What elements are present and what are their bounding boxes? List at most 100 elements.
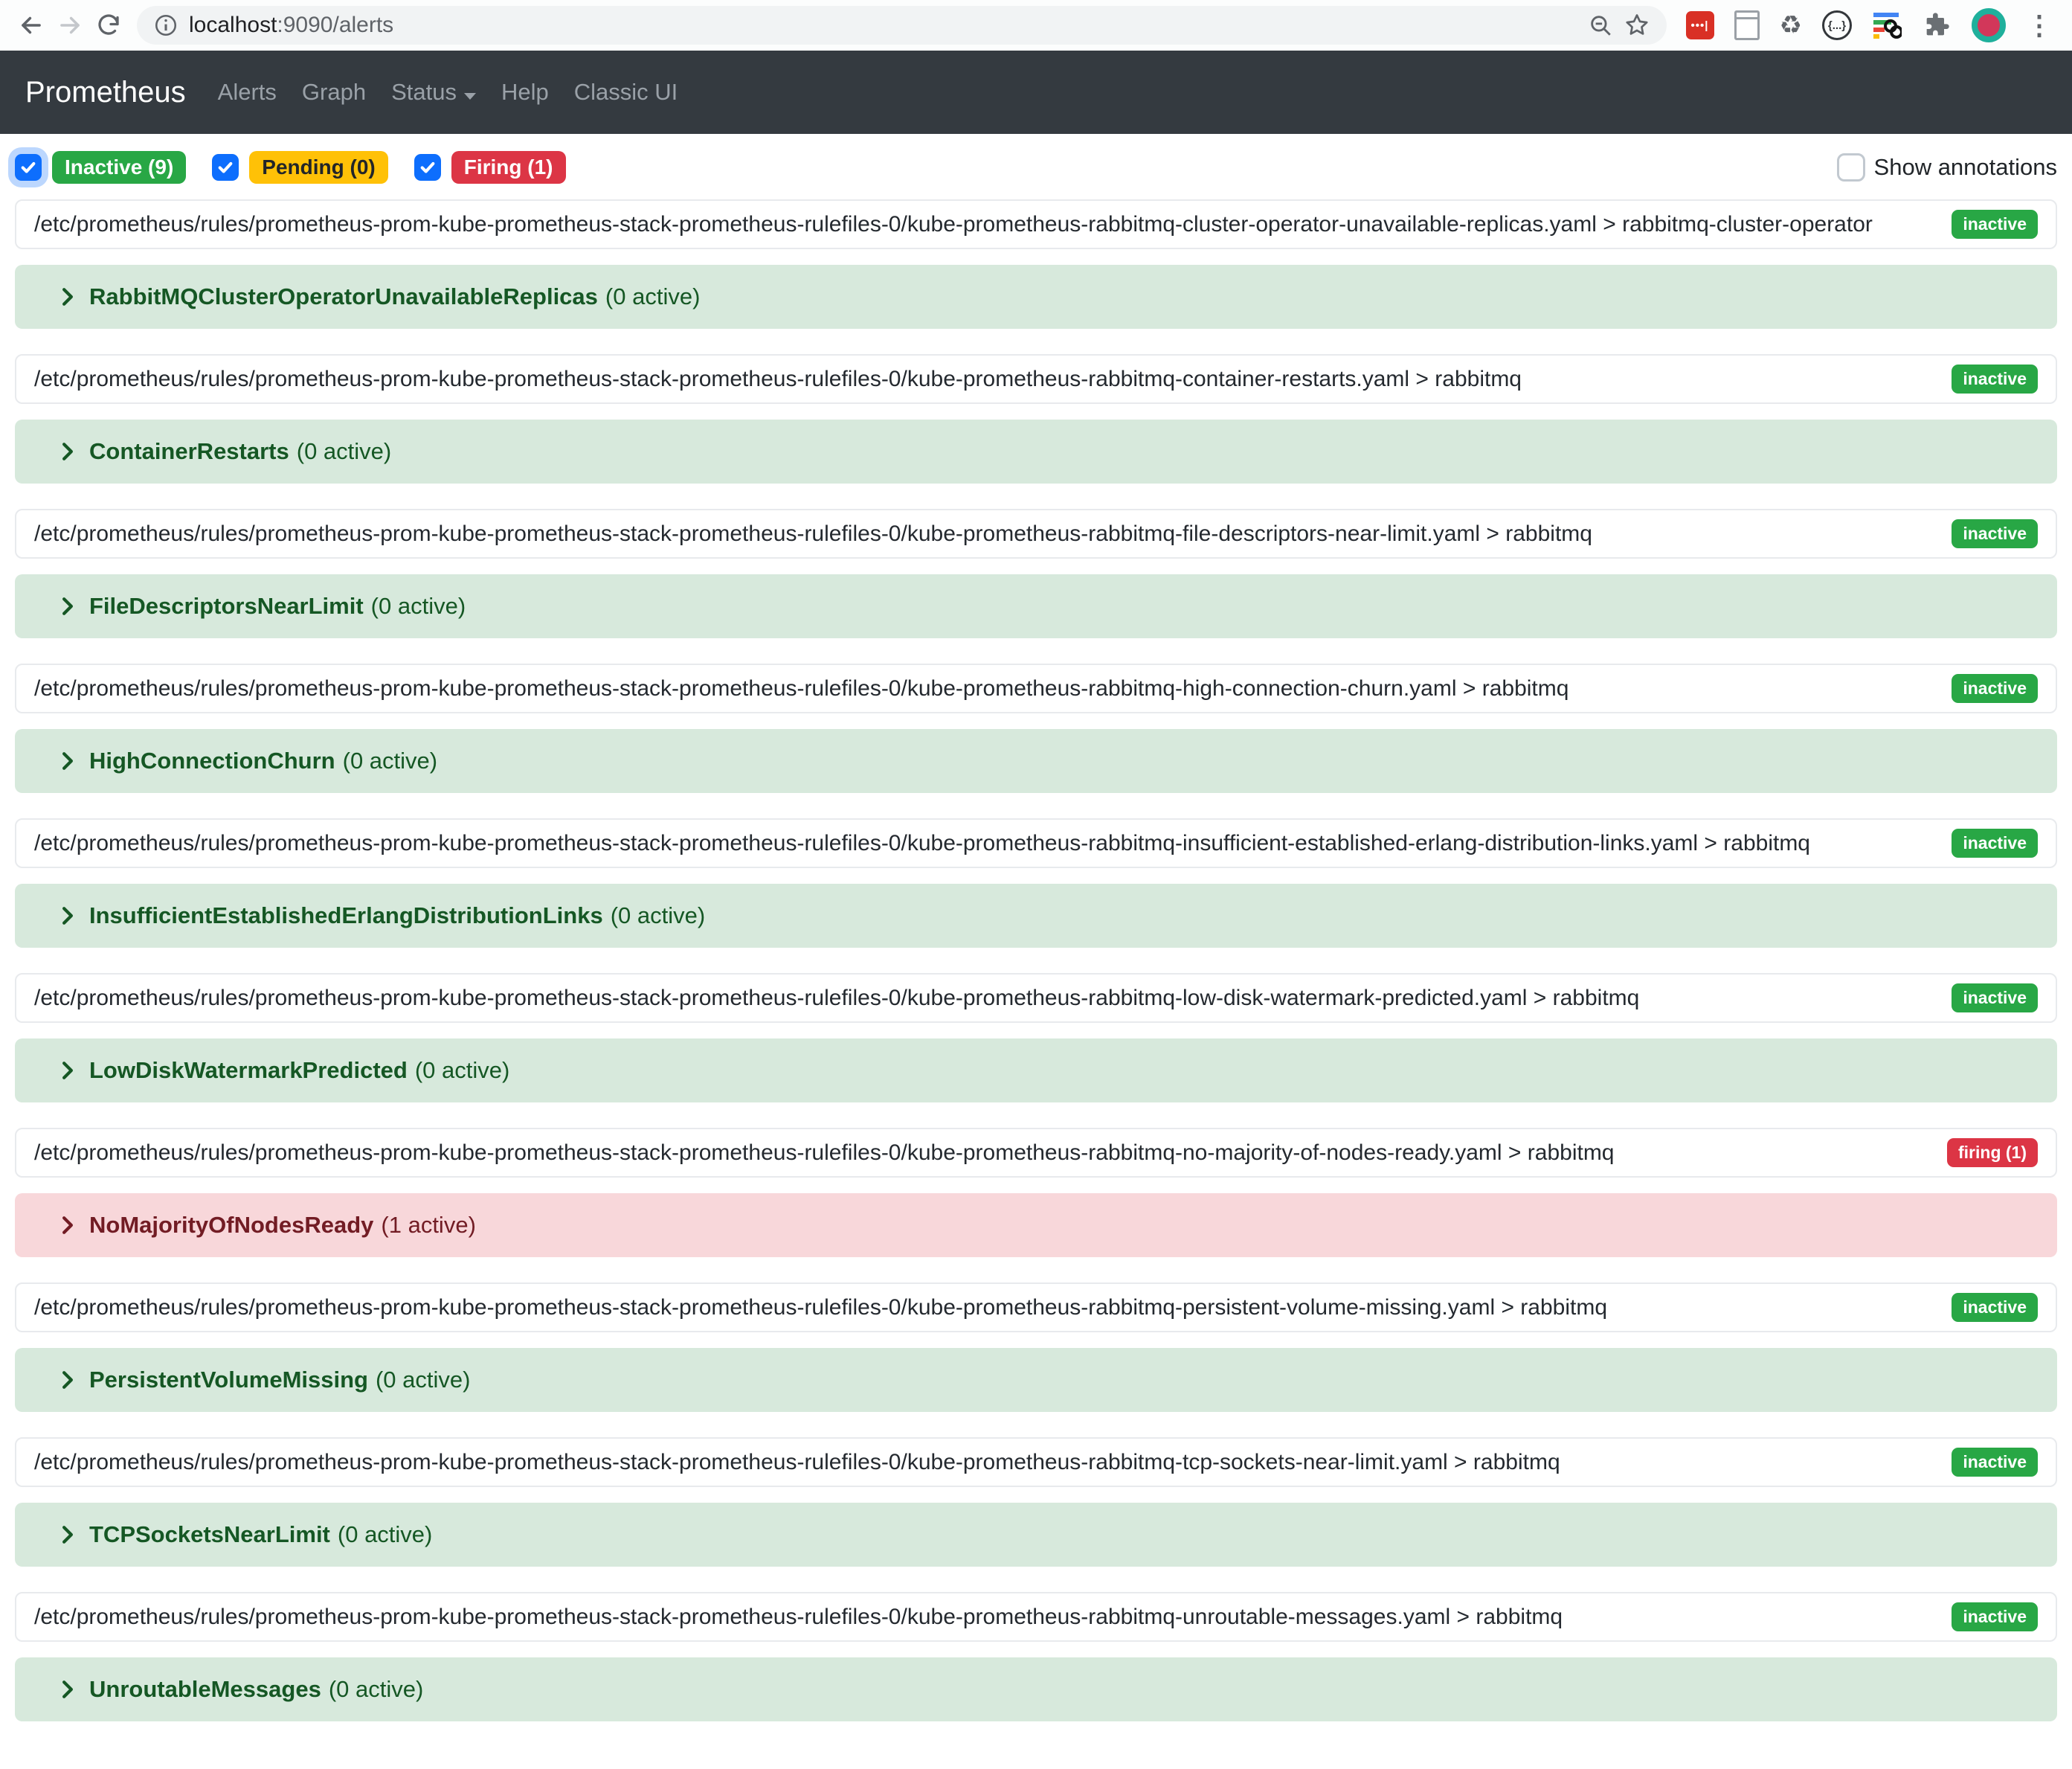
browser-menu-icon[interactable]: ⋮ [2026,12,2053,39]
rule-file-row: /etc/prometheus/rules/prometheus-prom-ku… [15,199,2057,249]
rule-state-badge: inactive [1952,674,2038,702]
rule-state-badge: inactive [1952,1448,2038,1476]
checkbox-checked-icon[interactable] [414,154,441,181]
alert-name: TCPSocketsNearLimit [89,1521,330,1548]
filter-toggle[interactable]: Inactive (9) [15,151,186,184]
rule-file-path: /etc/prometheus/rules/prometheus-prom-ku… [34,521,1937,547]
filter-badge: Firing (1) [451,151,566,184]
alert-name: HighConnectionChurn [89,748,335,774]
extensions-puzzle-icon[interactable] [1922,10,1952,40]
rule-group: /etc/prometheus/rules/prometheus-prom-ku… [15,1282,2057,1412]
rule-file-row: /etc/prometheus/rules/prometheus-prom-ku… [15,509,2057,559]
filter-toggle[interactable]: Pending (0) [212,151,387,184]
nav-link-status[interactable]: Status [379,79,489,106]
show-annotations-label: Show annotations [1874,154,2057,181]
rule-state-badge: inactive [1952,365,2038,393]
alert-rule-row[interactable]: TCPSocketsNearLimit (0 active) [15,1503,2057,1567]
alerts-page: Inactive (9) Pending (0) Firing (1) Show… [0,134,2072,1721]
forward-arrow-icon[interactable] [51,6,89,45]
alert-name: NoMajorityOfNodesReady [89,1212,373,1239]
rule-file-path: /etc/prometheus/rules/prometheus-prom-ku… [34,1295,1937,1320]
rule-group: /etc/prometheus/rules/prometheus-prom-ku… [15,1437,2057,1567]
alert-active-count: (0 active) [371,593,466,620]
alert-active-count: (0 active) [376,1367,470,1393]
show-annotations-checkbox[interactable] [1837,153,1865,182]
browser-toolbar: localhost:9090/alerts •••| ♻ {...} ⋮ [0,0,2072,51]
alert-rule-row[interactable]: LowDiskWatermarkPredicted (0 active) [15,1038,2057,1102]
rule-state-badge: inactive [1952,983,2038,1012]
password-manager-extension-icon[interactable]: •••| [1686,11,1714,39]
rule-file-row: /etc/prometheus/rules/prometheus-prom-ku… [15,1282,2057,1332]
braces-extension-icon[interactable]: {...} [1822,10,1852,40]
back-arrow-icon[interactable] [12,6,51,45]
rule-state-badge: inactive [1952,1602,2038,1631]
bookmark-star-icon[interactable] [1624,12,1650,39]
rule-file-row: /etc/prometheus/rules/prometheus-prom-ku… [15,1128,2057,1178]
chevron-right-icon [58,1369,77,1391]
chevron-right-icon [58,750,77,772]
profile-avatar[interactable] [1972,8,2006,42]
alert-name: ContainerRestarts [89,438,289,465]
rule-file-row: /etc/prometheus/rules/prometheus-prom-ku… [15,973,2057,1023]
nav-link-graph[interactable]: Graph [289,79,379,106]
alert-rule-row[interactable]: HighConnectionChurn (0 active) [15,729,2057,793]
alert-active-count: (0 active) [329,1676,423,1703]
chevron-right-icon [58,1214,77,1236]
rule-state-badge: inactive [1952,210,2038,238]
rule-state-badge: inactive [1952,519,2038,548]
rule-group: /etc/prometheus/rules/prometheus-prom-ku… [15,1128,2057,1257]
recycle-extension-icon[interactable]: ♻ [1780,10,1802,40]
chevron-right-icon [58,905,77,927]
alert-rule-row[interactable]: ContainerRestarts (0 active) [15,420,2057,484]
alert-name: InsufficientEstablishedErlangDistributio… [89,902,603,929]
alert-rule-row[interactable]: InsufficientEstablishedErlangDistributio… [15,884,2057,948]
nav-link-alerts[interactable]: Alerts [205,79,289,106]
alert-rule-row[interactable]: FileDescriptorsNearLimit (0 active) [15,574,2057,638]
chevron-right-icon [58,595,77,617]
alert-name: PersistentVolumeMissing [89,1367,368,1393]
rule-state-badge: inactive [1952,829,2038,857]
rule-file-row: /etc/prometheus/rules/prometheus-prom-ku… [15,818,2057,868]
rule-group: /etc/prometheus/rules/prometheus-prom-ku… [15,1592,2057,1721]
zoom-out-icon[interactable] [1588,13,1613,38]
chevron-right-icon [58,1678,77,1701]
rule-group: /etc/prometheus/rules/prometheus-prom-ku… [15,818,2057,948]
alert-name: RabbitMQClusterOperatorUnavailableReplic… [89,283,598,310]
alert-rule-row[interactable]: NoMajorityOfNodesReady (1 active) [15,1193,2057,1257]
brand-prometheus[interactable]: Prometheus [25,76,186,109]
alert-rule-row[interactable]: UnroutableMessages (0 active) [15,1657,2057,1721]
chevron-right-icon [58,1059,77,1082]
dropdown-caret-icon [464,93,476,100]
rule-file-path: /etc/prometheus/rules/prometheus-prom-ku… [34,212,1937,237]
prometheus-navbar: Prometheus Alerts Graph Status Help Clas… [0,51,2072,134]
checkbox-checked-icon[interactable] [15,154,42,181]
rule-file-path: /etc/prometheus/rules/prometheus-prom-ku… [34,986,1937,1011]
alert-rule-row[interactable]: RabbitMQClusterOperatorUnavailableReplic… [15,265,2057,329]
url-bar[interactable]: localhost:9090/alerts [137,6,1667,45]
show-annotations-toggle[interactable]: Show annotations [1837,153,2057,182]
rule-group: /etc/prometheus/rules/prometheus-prom-ku… [15,354,2057,484]
refresh-icon[interactable] [89,6,128,45]
rule-file-path: /etc/prometheus/rules/prometheus-prom-ku… [34,1140,1932,1166]
filter-badge: Inactive (9) [52,151,186,184]
rule-state-badge: firing (1) [1947,1138,2038,1166]
rule-file-row: /etc/prometheus/rules/prometheus-prom-ku… [15,664,2057,713]
window-extension-icon[interactable] [1734,10,1760,40]
link-checker-extension-icon[interactable] [1872,10,1902,40]
checkbox-checked-icon[interactable] [212,154,239,181]
rule-group: /etc/prometheus/rules/prometheus-prom-ku… [15,199,2057,329]
alert-name: LowDiskWatermarkPredicted [89,1057,408,1084]
rule-state-badge: inactive [1952,1293,2038,1321]
rule-file-path: /etc/prometheus/rules/prometheus-prom-ku… [34,367,1937,392]
alert-rule-row[interactable]: PersistentVolumeMissing (0 active) [15,1348,2057,1412]
nav-link-classic-ui[interactable]: Classic UI [562,79,691,106]
alert-active-count: (1 active) [381,1212,475,1239]
rule-group: /etc/prometheus/rules/prometheus-prom-ku… [15,973,2057,1102]
site-info-icon[interactable] [153,13,178,38]
alert-active-count: (0 active) [297,438,391,465]
nav-link-help[interactable]: Help [489,79,562,106]
rule-file-row: /etc/prometheus/rules/prometheus-prom-ku… [15,354,2057,404]
rule-group: /etc/prometheus/rules/prometheus-prom-ku… [15,664,2057,793]
filter-toggle[interactable]: Firing (1) [414,151,566,184]
rule-file-path: /etc/prometheus/rules/prometheus-prom-ku… [34,1450,1937,1475]
